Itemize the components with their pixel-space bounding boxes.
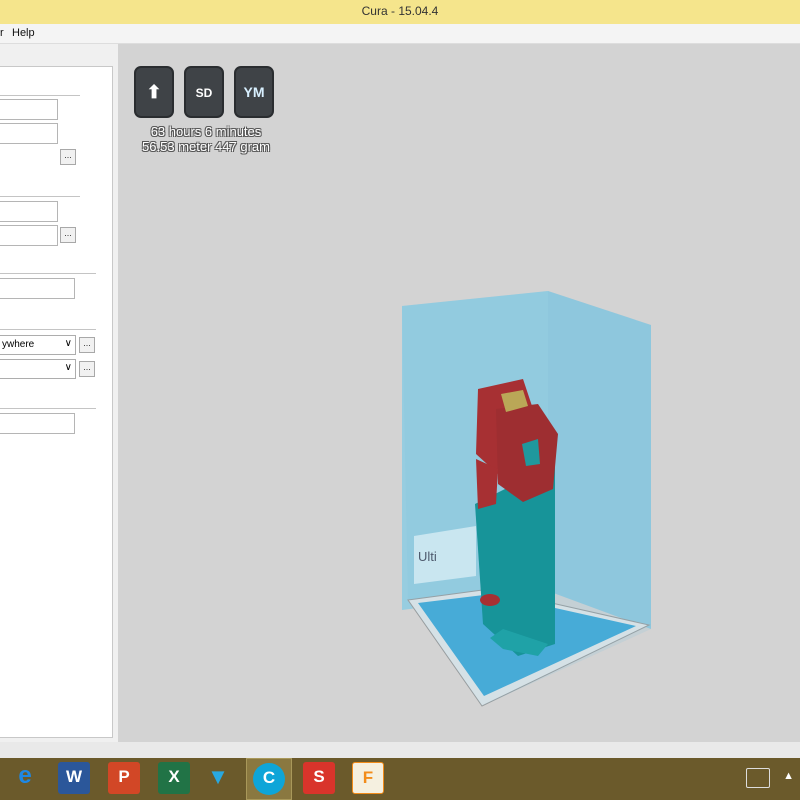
3d-viewport[interactable]: Ulti ⬆ SD YM 63 hours 6 minutes 56.53 me… bbox=[118, 44, 800, 742]
setting-field-5[interactable] bbox=[0, 278, 75, 299]
setting-field-6[interactable] bbox=[0, 413, 75, 434]
youmagine-button[interactable]: YM bbox=[234, 66, 274, 118]
setting-field-4[interactable] bbox=[0, 225, 58, 246]
setting-field-1[interactable] bbox=[0, 99, 58, 120]
cura-taskbar-button[interactable]: C bbox=[246, 758, 292, 800]
word-icon[interactable]: W bbox=[58, 762, 90, 794]
load-icon: ⬆ bbox=[146, 82, 162, 102]
section-divider bbox=[0, 273, 96, 274]
platform-adhesion-select[interactable]: ∨ bbox=[0, 359, 76, 379]
viewport-toolbar: ⬆ SD YM bbox=[134, 66, 276, 120]
settings-panel: ... ... ywhere ∨ ... ∨ ... bbox=[0, 44, 118, 744]
powerpoint-icon[interactable]: P bbox=[108, 762, 140, 794]
touch-keyboard-icon[interactable] bbox=[746, 768, 770, 788]
support-type-value: ywhere bbox=[2, 339, 35, 350]
internet-explorer-icon[interactable]: e bbox=[9, 762, 41, 794]
section-divider bbox=[0, 95, 80, 96]
section-divider bbox=[0, 196, 80, 197]
window-title: Cura - 15.04.4 bbox=[361, 4, 439, 18]
section-divider bbox=[0, 329, 96, 330]
section-divider bbox=[0, 408, 96, 409]
title-bar: Cura - 15.04.4 bbox=[0, 0, 800, 24]
chevron-down-icon: ∨ bbox=[64, 338, 72, 349]
sd-card-icon: SD bbox=[195, 86, 213, 100]
youmagine-icon: YM bbox=[243, 84, 265, 100]
tray-expand-icon[interactable]: ▲ bbox=[783, 770, 794, 782]
cura-icon: C bbox=[253, 763, 285, 795]
menu-item-partial[interactable]: r bbox=[0, 27, 4, 39]
save-to-sd-button[interactable]: SD bbox=[184, 66, 224, 118]
settings-panel-body: ... ... ywhere ∨ ... ∨ ... bbox=[0, 66, 113, 738]
more-options-button[interactable]: ... bbox=[60, 149, 76, 165]
status-strip bbox=[0, 742, 800, 758]
adhesion-options-button[interactable]: ... bbox=[79, 361, 95, 377]
print-estimate: 63 hours 6 minutes 56.53 meter 447 gram bbox=[126, 124, 286, 154]
taskbar: e W P X ▼ C S F ▲ bbox=[0, 758, 800, 800]
excel-icon[interactable]: X bbox=[158, 762, 190, 794]
menu-bar: r Help bbox=[0, 24, 800, 44]
print-material: 56.53 meter 447 gram bbox=[142, 139, 270, 154]
filter-app-icon[interactable]: ▼ bbox=[202, 762, 234, 794]
print-time: 63 hours 6 minutes bbox=[150, 124, 262, 139]
menu-item-help[interactable]: Help bbox=[12, 27, 35, 39]
build-volume-front bbox=[402, 291, 651, 706]
load-model-button[interactable]: ⬆ bbox=[134, 66, 174, 118]
support-type-select[interactable]: ywhere ∨ bbox=[0, 335, 76, 355]
file-app-icon[interactable]: F bbox=[352, 762, 384, 794]
setting-field-2[interactable] bbox=[0, 123, 58, 144]
setting-field-3[interactable] bbox=[0, 201, 58, 222]
support-options-button[interactable]: ... bbox=[79, 337, 95, 353]
more-options-button[interactable]: ... bbox=[60, 227, 76, 243]
chevron-down-icon: ∨ bbox=[64, 362, 72, 373]
sketchup-icon[interactable]: S bbox=[303, 762, 335, 794]
